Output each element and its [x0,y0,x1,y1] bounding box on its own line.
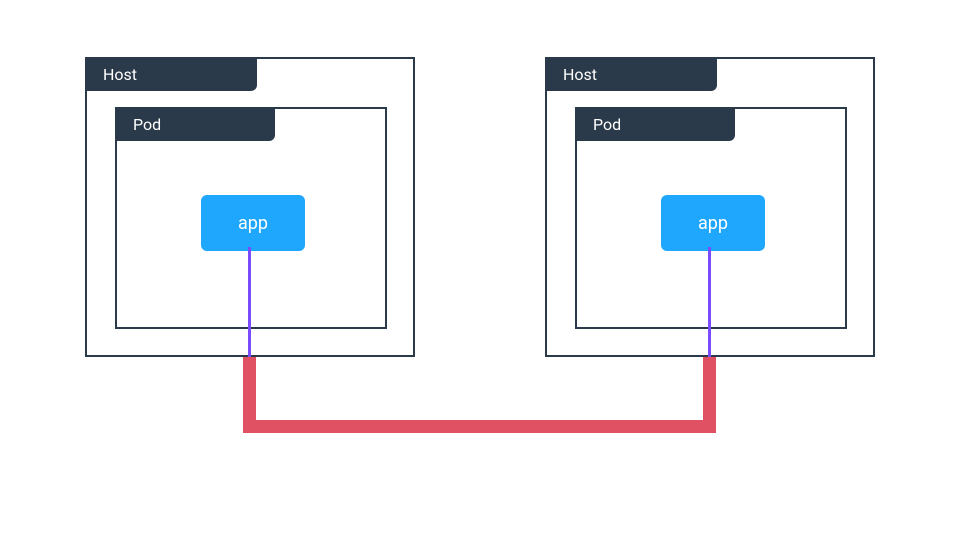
pod-label: Pod [115,107,275,141]
app-label: app [238,213,268,234]
app-box-2: app [661,195,765,251]
connector-inner-right [708,247,711,357]
pod-label: Pod [575,107,735,141]
app-box-1: app [201,195,305,251]
app-label: app [698,213,728,234]
host-label: Host [85,57,257,91]
pod-container-1: Pod app [115,107,387,329]
connector-outer-horizontal [243,420,716,433]
connector-inner-left [248,247,251,357]
host-label: Host [545,57,717,91]
pod-container-2: Pod app [575,107,847,329]
